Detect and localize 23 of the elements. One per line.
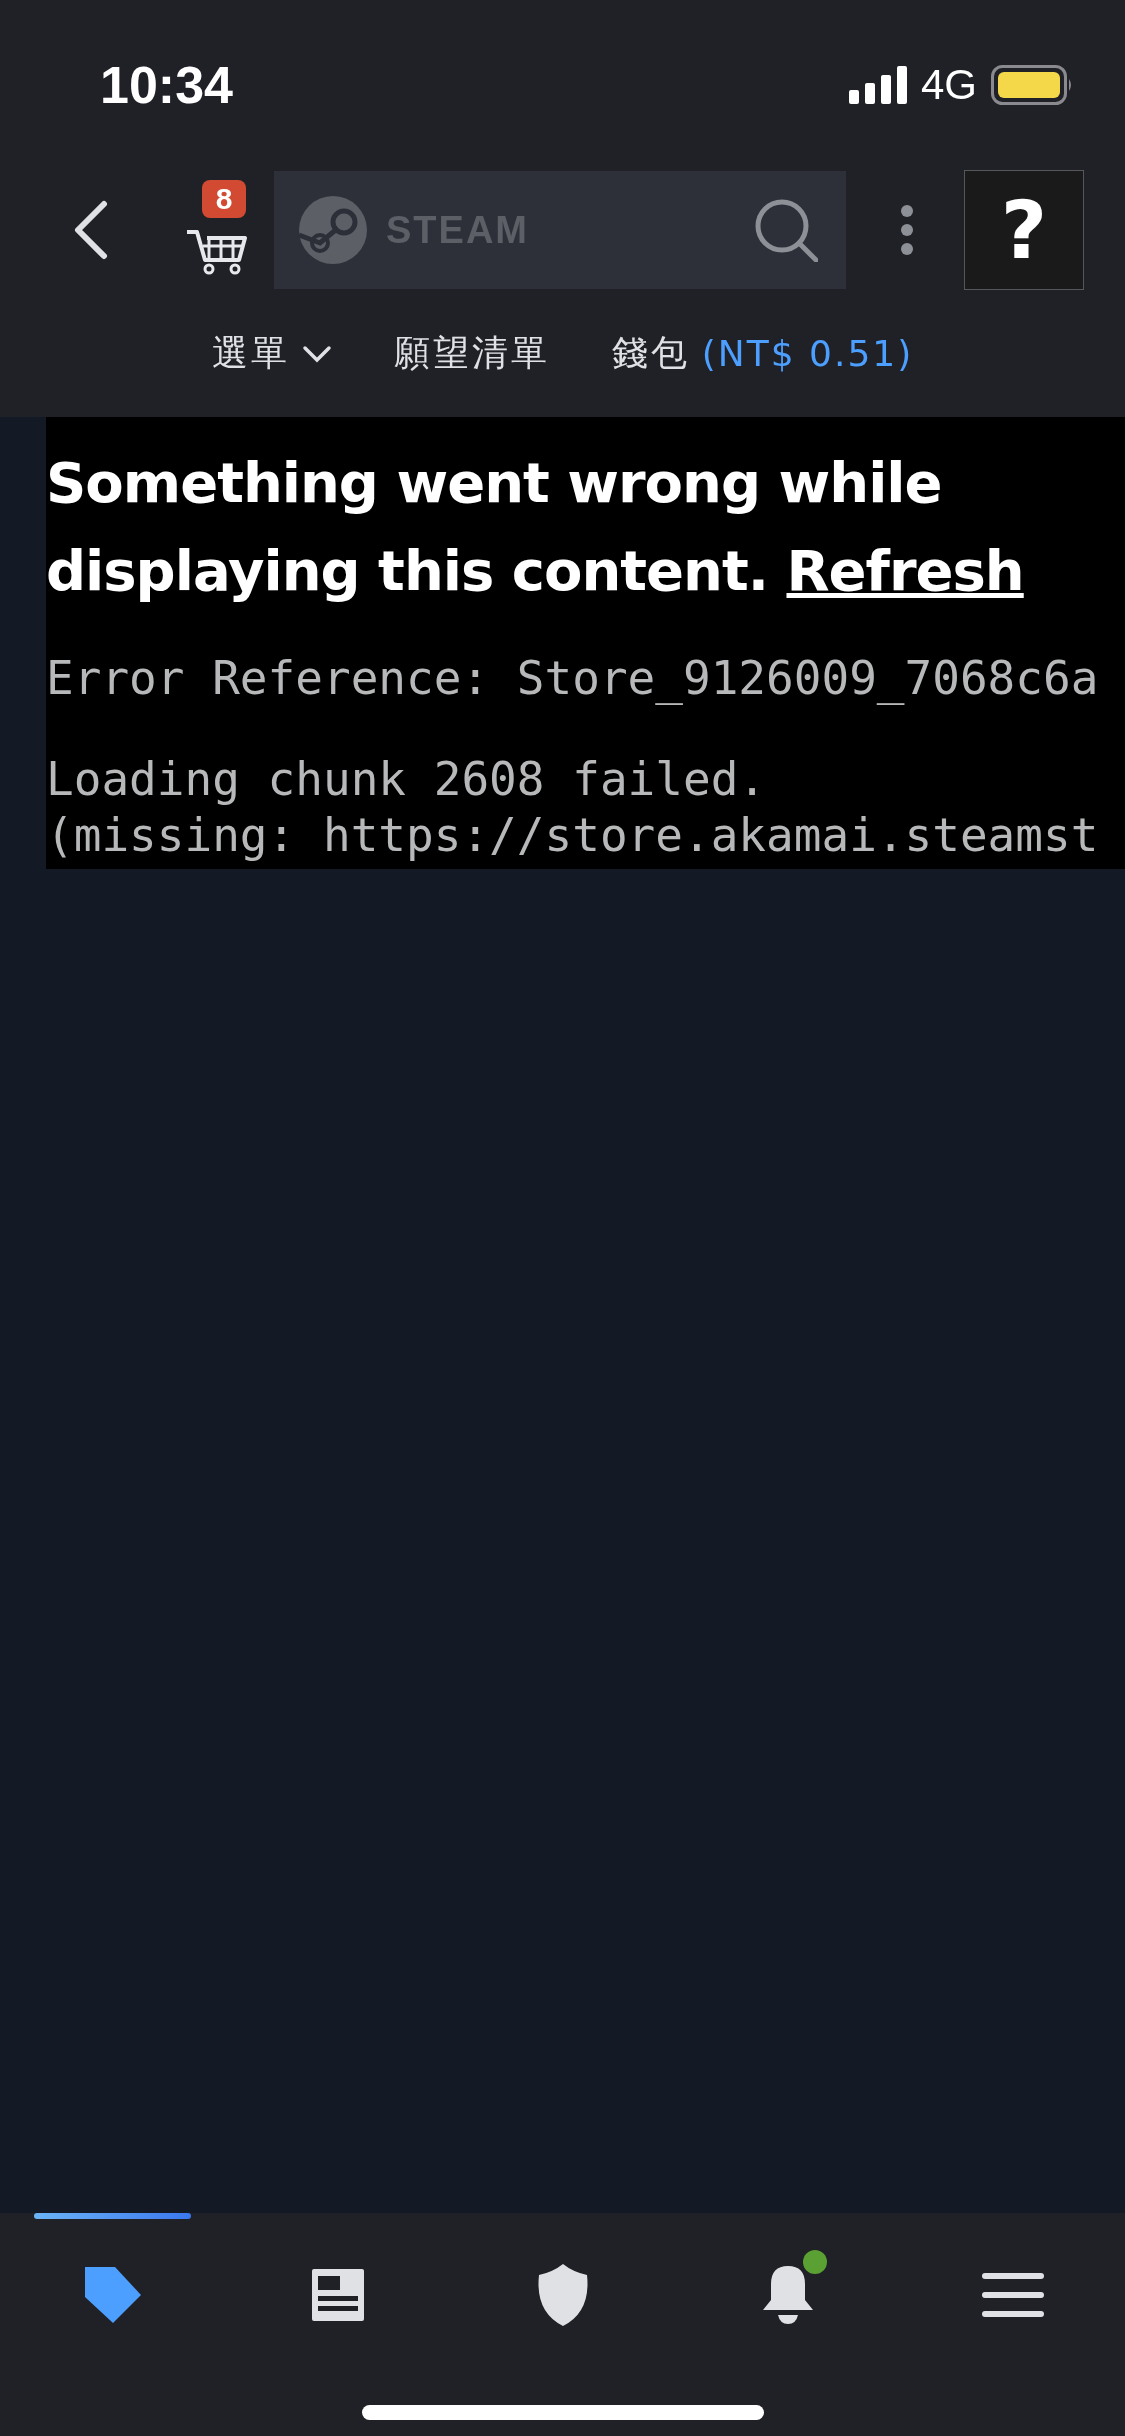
error-detail: (missing: https://store.akamai.steamst — [46, 807, 1100, 863]
refresh-link[interactable]: Refresh — [786, 538, 1024, 603]
wallet-link[interactable]: 錢包 (NT$ 0.51) — [611, 329, 914, 378]
wallet-balance: (NT$ 0.51) — [701, 333, 914, 374]
newspaper-icon — [311, 2269, 364, 2321]
status-time: 10:34 — [100, 55, 233, 115]
network-label: 4G — [920, 61, 977, 109]
menu-icon — [981, 2273, 1044, 2317]
error-reference: Error Reference: Store_9126009_7068c6a — [46, 651, 1100, 705]
error-detail: Loading chunk 2608 failed. — [46, 751, 768, 807]
battery-icon — [991, 65, 1073, 105]
signal-icon — [848, 66, 907, 104]
search-icon — [754, 198, 818, 262]
steam-logo-icon — [298, 195, 368, 265]
wishlist-link[interactable]: 願望清單 — [393, 329, 550, 378]
bell-icon — [762, 2264, 813, 2326]
shield-icon — [536, 2264, 589, 2326]
chevron-down-icon — [301, 344, 332, 363]
help-button[interactable]: ? — [964, 170, 1084, 290]
cart-count-badge: 8 — [202, 180, 246, 218]
error-message: Something went wrong while displaying this content. Refresh — [46, 449, 1025, 605]
tag-icon — [82, 2265, 143, 2325]
menu-dropdown[interactable]: 選單 — [211, 329, 332, 378]
